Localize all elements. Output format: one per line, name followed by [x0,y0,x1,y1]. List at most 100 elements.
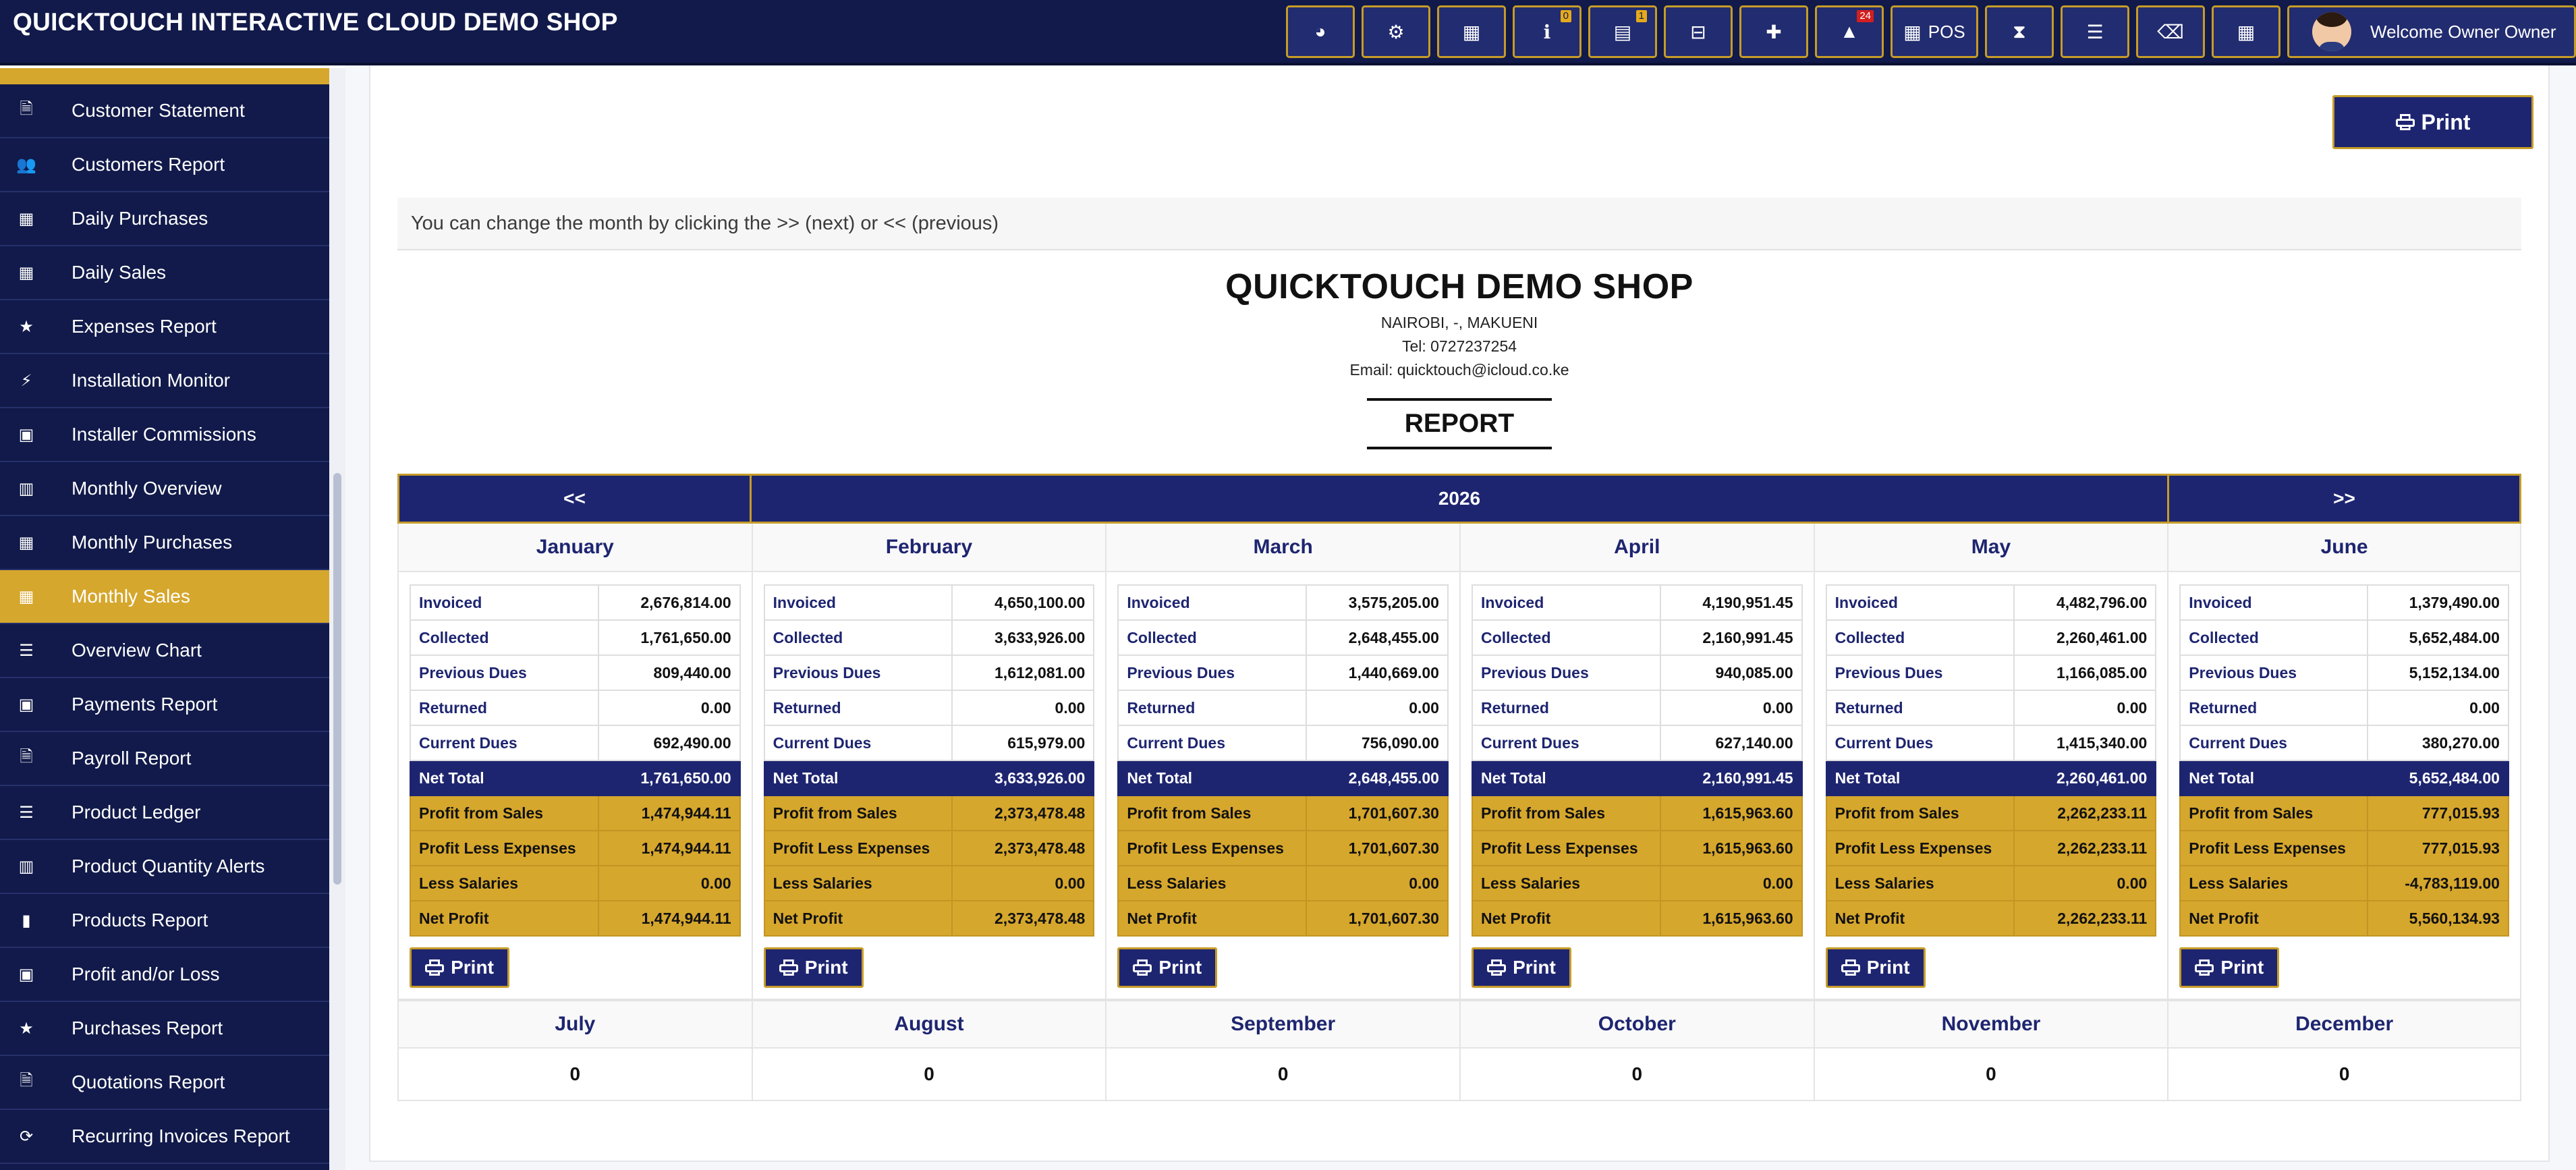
sidebar-item-purchases-report[interactable]: ★ Purchases Report [0,1002,329,1056]
summary-label: Profit from Sales [1471,795,1661,831]
notification-badge: 1 [1635,10,1647,22]
summary-row: Collected 2,160,991.45 [1471,619,1803,656]
month-total-value: 0 [1277,1063,1289,1084]
eraser-button[interactable]: ⌫ [2136,5,2205,58]
print-month-button[interactable]: Print [410,947,509,988]
dashboard-button[interactable]: ◕ [1286,5,1355,58]
sidebar-item-daily-sales[interactable]: ▦ Daily Sales [0,246,329,300]
sidebar-item-customers-report[interactable]: 👥 Customers Report [0,138,329,192]
summary-row: Returned 0.00 [2179,690,2509,726]
sidebar-item-label: Payroll Report [72,748,192,769]
print-month-button[interactable]: Print [1117,947,1218,988]
month-summary-table: Invoiced 2,676,814.00 Collected 1,761,650.0… [410,584,741,937]
sidebar-item-monthly-overview[interactable]: ▥ Monthly Overview [0,462,329,516]
print-icon [1841,959,1860,976]
sidebar-scroll-thumb[interactable] [333,473,341,885]
summary-value: 0.00 [951,690,1095,726]
bar-chart-icon: ▥ [18,857,34,876]
sidebar-item-installation-monitor[interactable]: ⚡ Installation Monitor [0,354,329,408]
summary-label: Collected [2179,619,2368,656]
print-month-button[interactable]: Print [2179,947,2280,988]
settings-button[interactable]: ⚙ [1362,5,1430,58]
sidebar-item-payroll-report[interactable]: 🗎 Payroll Report [0,732,329,786]
next-button[interactable]: >> [2167,474,2521,524]
sidebar-item-monthly-sales[interactable]: ▦ Monthly Sales [0,570,329,624]
sidebar-item-daily-purchases[interactable]: ▦ Daily Purchases [0,192,329,246]
summary-value: 0.00 [1305,690,1449,726]
sidebar-item-partial[interactable] [0,68,329,84]
sidebar-item-monthly-purchases[interactable]: ▦ Monthly Purchases [0,516,329,570]
month-name: September [1107,1000,1459,1049]
sidebar-scrollbar[interactable] [329,68,345,1170]
sidebar-item-payments-report[interactable]: ▣ Payments Report [0,678,329,732]
summary-row: Net Total 1,761,650.00 [410,760,741,796]
sidebar-item-profit-and-or-loss[interactable]: ▣ Profit and/or Loss [0,948,329,1002]
hourglass-button[interactable]: ⧗ [1985,5,2054,58]
summary-value: 0.00 [951,865,1095,901]
previous-button[interactable]: << [397,474,752,524]
month-name: December [2168,1000,2520,1049]
summary-row: Collected 3,633,926.00 [763,619,1095,656]
barcode-icon: ▮ [22,911,31,930]
print-month-button[interactable]: Print [763,947,864,988]
sidebar-item-products-report[interactable]: ▮ Products Report [0,894,329,948]
star-icon: ★ [19,1019,34,1038]
uk-flag-button[interactable]: ✚ [1739,5,1808,58]
user-welcome-label: Welcome Owner Owner [2370,21,2556,42]
summary-label: Profit Less Expenses [1825,830,2015,866]
print-month-button[interactable]: Print [1471,947,1571,988]
sidebar-item-label: Daily Sales [72,262,167,283]
summary-label: Net Profit [410,900,599,937]
summary-row: Less Salaries 0.00 [1117,865,1449,901]
summary-label: Current Dues [2179,725,2368,761]
list-button[interactable]: ☰ [2061,5,2129,58]
cash-drawer-button[interactable]: ⊟ [1664,5,1733,58]
star-icon: ★ [19,317,34,336]
months-row: January Invoiced 2,676,814.00 Collected 1,76… [397,524,2521,1000]
summary-label: Net Total [1117,760,1307,796]
sidebar-item-quotations-report[interactable]: 🗎 Quotations Report [0,1056,329,1110]
sidebar-item-expenses-report[interactable]: ★ Expenses Report [0,300,329,354]
sidebar-item-overview-chart[interactable]: ☰ Overview Chart [0,624,329,678]
info-button[interactable]: ℹ0 [1513,5,1581,58]
sidebar-item-product-quantity-alerts[interactable]: ▥ Product Quantity Alerts [0,840,329,894]
month-name: February [752,524,1106,572]
user-menu-button[interactable]: Welcome Owner Owner [2287,5,2576,58]
calculator-button[interactable]: ▦ [1437,5,1506,58]
sidebar-item-label: Monthly Sales [72,586,190,607]
summary-row: Current Dues 627,140.00 [1471,725,1803,761]
summary-value: 2,260,461.00 [2013,760,2157,796]
print-report-button[interactable]: Print [2332,95,2533,149]
sidebar-menu: 🗎 Customer Statement 👥 Customers Report ▦ Dai… [0,84,329,1164]
print-month-label: Print [1513,957,1556,978]
summary-value: 1,701,607.30 [1305,830,1449,866]
warning-button[interactable]: ▲ 24 [1815,5,1884,58]
summary-value: 692,490.00 [597,725,741,761]
top-bar: QUICKTOUCH INTERACTIVE CLOUD DEMO SHOP ◕… [0,0,2576,65]
summary-value: 1,761,650.00 [597,760,741,796]
summary-row: Net Profit 2,373,478.48 [763,900,1095,937]
sidebar-item-product-ledger[interactable]: ☰ Product Ledger [0,786,329,840]
summary-label: Returned [2179,690,2368,726]
summary-row: Net Total 2,648,455.00 [1117,760,1449,796]
summary-value: 1,415,340.00 [2013,725,2157,761]
apps-grid-icon: ▦ [2237,21,2256,43]
summary-label: Collected [763,619,953,656]
summary-label: Returned [1117,690,1307,726]
list-icon: ☰ [2086,21,2104,43]
summary-value: 2,373,478.48 [951,795,1095,831]
summary-value: 2,648,455.00 [1305,760,1449,796]
calendar-button[interactable]: ▤ 1 [1588,5,1657,58]
summary-row: Less Salaries 0.00 [763,865,1095,901]
warning-icon: ▲ [1840,21,1859,42]
print-month-button[interactable]: Print [1825,947,1926,988]
pos-grid-button[interactable]: ▦ POS [1891,5,1978,58]
apps-grid-button[interactable]: ▦ [2212,5,2280,58]
sidebar-item-recurring-invoices-report[interactable]: ⟳ Recurring Invoices Report [0,1110,329,1164]
summary-row: Collected 2,260,461.00 [1825,619,2157,656]
month-column-november: November 0 [1813,1000,2168,1101]
list-icon: ☰ [19,803,34,822]
sidebar-item-customer-statement[interactable]: 🗎 Customer Statement [0,84,329,138]
sidebar-item-installer-commissions[interactable]: ▣ Installer Commissions [0,408,329,462]
summary-row: Current Dues 1,415,340.00 [1825,725,2157,761]
